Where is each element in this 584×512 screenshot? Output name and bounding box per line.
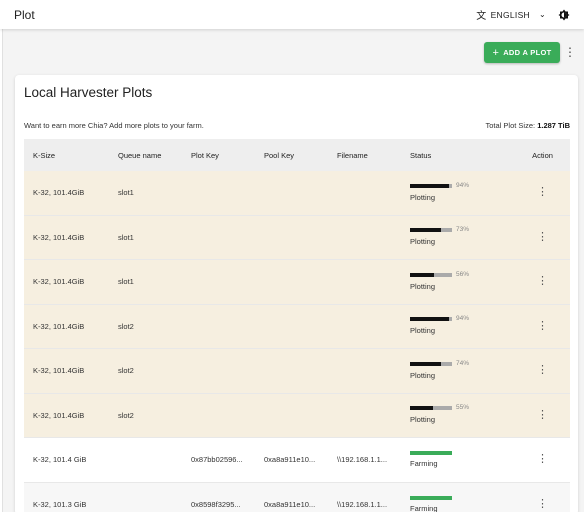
status-cell: 94% Plotting: [410, 181, 515, 202]
queue-name-cell: slot2: [118, 410, 134, 420]
column-header-pool-key[interactable]: Pool Key: [264, 151, 337, 160]
progress-bar: [410, 406, 452, 411]
more-vert-icon[interactable]: ⋮: [537, 498, 548, 510]
column-header-queue-name[interactable]: Queue name: [118, 151, 191, 160]
queue-name-cell: slot2: [118, 366, 134, 376]
more-vert-icon[interactable]: ⋮: [537, 186, 548, 198]
column-header-action: Action: [532, 150, 553, 160]
progress-bar: [410, 272, 452, 277]
language-label: ENGLISH: [490, 9, 530, 20]
more-vert-icon[interactable]: ⋮: [537, 453, 548, 465]
app-bar: Plot 文 ENGLISH ⌄: [0, 0, 584, 29]
chevron-down-icon: ⌄: [538, 10, 546, 19]
progress-bar: [410, 361, 452, 366]
column-header-k-size[interactable]: K-Size: [24, 151, 118, 160]
progress-percent: 55%: [456, 404, 470, 412]
progress-bar: [410, 228, 452, 233]
language-selector[interactable]: 文 ENGLISH ⌄: [476, 7, 546, 23]
card-title: Local Harvester Plots: [24, 85, 153, 100]
more-vert-icon[interactable]: ⋮: [564, 45, 576, 59]
column-header-filename[interactable]: Filename: [337, 151, 410, 160]
queue-name-cell: slot1: [118, 277, 134, 287]
table-row: K-32, 101.3 GiB 0x8598f3295... 0xa8a911e…: [24, 482, 570, 512]
table-header: K-Size Queue name Plot Key Pool Key File…: [24, 139, 570, 171]
status-label: Plotting: [410, 237, 436, 247]
status-cell: 55% Plotting: [410, 404, 515, 425]
queue-name-cell: slot2: [118, 321, 134, 331]
status-label: Farming: [410, 503, 438, 512]
column-header-status[interactable]: Status: [410, 151, 515, 160]
pool-key-cell: 0xa8a911e10...: [264, 455, 316, 465]
table-row: K-32, 101.4GiB slot1 73% Plotting ⋮: [24, 215, 570, 260]
table-row: K-32, 101.4GiB slot2 74% Plotting ⋮: [24, 349, 570, 394]
k-size-cell: K-32, 101.4GiB: [33, 232, 85, 242]
status-cell: 73% Plotting: [410, 226, 515, 247]
total-plot-size: Total Plot Size: 1.287 TiB: [485, 121, 570, 130]
plus-icon: +: [492, 46, 500, 59]
status-cell: 94% Plotting: [410, 315, 515, 336]
k-size-cell: K-32, 101.4GiB: [33, 366, 85, 376]
total-plot-size-label: Total Plot Size:: [485, 121, 536, 130]
status-label: Plotting: [410, 192, 436, 202]
table-row: K-32, 101.4 GiB 0x87bb02596... 0xa8a911e…: [24, 438, 570, 483]
status-cell: 74% Plotting: [410, 359, 515, 380]
queue-name-cell: slot1: [118, 188, 134, 198]
queue-name-cell: slot1: [118, 232, 134, 242]
status-label: Plotting: [410, 326, 436, 336]
progress-bar: [410, 183, 452, 188]
status-label: Farming: [410, 459, 438, 469]
progress-percent: 73%: [456, 226, 470, 234]
more-vert-icon[interactable]: ⋮: [537, 275, 548, 287]
status-cell: Farming: [410, 495, 515, 512]
progress-percent: 94%: [456, 315, 470, 323]
add-plot-label: ADD A PLOT: [503, 48, 552, 57]
more-vert-icon[interactable]: ⋮: [537, 409, 548, 421]
local-harvester-plots-card: Local Harvester Plots Want to earn more …: [15, 75, 578, 512]
farming-status-bar: [410, 451, 452, 456]
progress-percent: 74%: [456, 359, 470, 367]
farming-status-bar: [410, 495, 452, 500]
total-plot-size-value: 1.287 TiB: [537, 121, 570, 130]
plot-key-cell: 0x87bb02596...: [191, 455, 243, 465]
status-cell: Farming: [410, 451, 515, 468]
more-vert-icon[interactable]: ⋮: [537, 364, 548, 376]
filename-cell: \\192.168.1.1...: [337, 499, 388, 509]
table-row: K-32, 101.4GiB slot2 55% Plotting ⋮: [24, 393, 570, 438]
sidebar-edge: [0, 29, 3, 512]
plots-table: K-Size Queue name Plot Key Pool Key File…: [24, 139, 570, 512]
table-row: K-32, 101.4GiB slot2 94% Plotting ⋮: [24, 304, 570, 349]
progress-bar: [410, 317, 452, 322]
column-header-plot-key[interactable]: Plot Key: [191, 151, 264, 160]
k-size-cell: K-32, 101.4GiB: [33, 410, 85, 420]
earn-more-text: Want to earn more Chia? Add more plots t…: [24, 121, 204, 130]
k-size-cell: K-32, 101.4 GiB: [33, 455, 87, 465]
more-vert-icon[interactable]: ⋮: [537, 320, 548, 332]
page-title: Plot: [14, 7, 35, 22]
more-vert-icon[interactable]: ⋮: [537, 231, 548, 243]
k-size-cell: K-32, 101.4GiB: [33, 188, 85, 198]
table-row: K-32, 101.4GiB slot1 56% Plotting ⋮: [24, 260, 570, 305]
status-label: Plotting: [410, 370, 436, 380]
dark-mode-icon[interactable]: [558, 9, 570, 21]
filename-cell: \\192.168.1.1...: [337, 455, 388, 465]
status-cell: 56% Plotting: [410, 270, 515, 291]
k-size-cell: K-32, 101.3 GiB: [33, 499, 87, 509]
progress-percent: 56%: [456, 270, 470, 278]
status-label: Plotting: [410, 415, 436, 425]
status-label: Plotting: [410, 281, 436, 291]
k-size-cell: K-32, 101.4GiB: [33, 321, 85, 331]
table-row: K-32, 101.4GiB slot1 94% Plotting ⋮: [24, 171, 570, 216]
progress-percent: 94%: [456, 181, 470, 189]
pool-key-cell: 0xa8a911e10...: [264, 499, 316, 509]
add-plot-button[interactable]: + ADD A PLOT: [484, 42, 560, 63]
translate-icon: 文: [476, 11, 487, 22]
k-size-cell: K-32, 101.4GiB: [33, 277, 85, 287]
plot-key-cell: 0x8598f3295...: [191, 499, 241, 509]
